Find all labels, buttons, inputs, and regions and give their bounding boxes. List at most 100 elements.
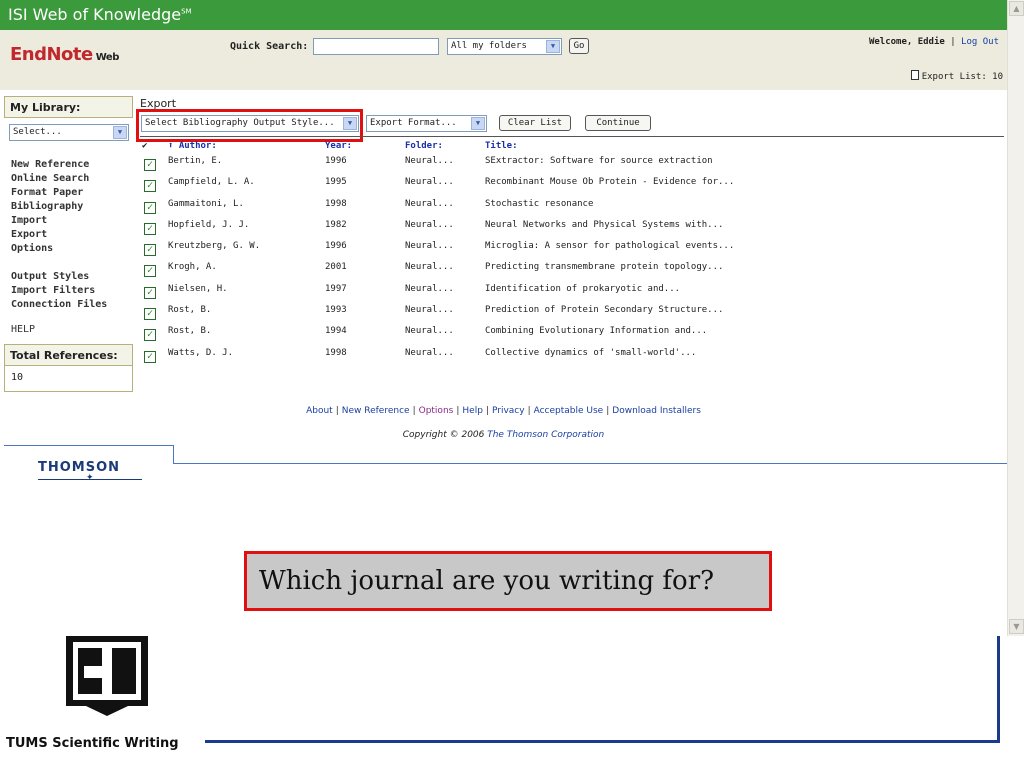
footer-link-about[interactable]: About: [306, 406, 333, 416]
row-checkbox[interactable]: ✓: [144, 350, 156, 363]
cell-year: 1994: [325, 326, 347, 337]
sidebar-item-import-filters[interactable]: Import Filters: [11, 284, 107, 298]
cell-folder: Neural...: [405, 347, 454, 358]
endnote-logo[interactable]: EndNote Web: [10, 44, 119, 65]
cell-author: Krogh, A.: [168, 262, 217, 273]
row-checkbox[interactable]: ✓: [144, 159, 156, 171]
cell-folder: Neural...: [405, 262, 454, 273]
cell-year: 1998: [325, 198, 347, 209]
cell-author: Watts, D. J.: [168, 347, 234, 358]
cell-folder: Neural...: [405, 219, 454, 230]
cell-year: 1996: [325, 156, 347, 166]
browser-viewport: ISI Web of KnowledgeSM EndNote Web Quick …: [0, 0, 1024, 636]
vertical-scrollbar[interactable]: ▲ ▼: [1007, 0, 1024, 636]
logout-link[interactable]: Log Out: [961, 37, 999, 47]
table-divider: [140, 136, 1004, 137]
clear-list-button[interactable]: Clear List: [499, 115, 571, 131]
sidebar-item-options[interactable]: Options: [11, 242, 89, 256]
isi-top-bar: ISI Web of KnowledgeSM: [0, 0, 1007, 30]
chevron-down-icon[interactable]: ▼: [113, 126, 127, 139]
row-checkbox[interactable]: ✓: [144, 222, 156, 235]
cell-title[interactable]: SExtractor: Software for source extracti…: [485, 156, 713, 166]
column-year[interactable]: Year:: [325, 141, 352, 151]
column-folder[interactable]: Folder:: [405, 141, 443, 151]
total-references-heading: Total References:: [4, 344, 133, 366]
cell-author: Bertin, E.: [168, 156, 223, 166]
cell-title[interactable]: Stochastic resonance: [485, 199, 593, 209]
sidebar-item-help[interactable]: HELP: [11, 323, 35, 337]
sidebar-item-format-paper[interactable]: Format Paper: [11, 186, 89, 200]
chevron-down-icon[interactable]: ▼: [546, 40, 560, 53]
cell-year: 2001: [325, 262, 347, 273]
row-checkbox[interactable]: ✓: [144, 201, 156, 214]
sidebar-item-export[interactable]: Export: [11, 228, 89, 242]
cell-year: 1996: [325, 241, 347, 252]
cell-folder: Neural...: [405, 326, 454, 337]
row-checkbox[interactable]: ✓: [144, 244, 156, 257]
column-title[interactable]: Title:: [485, 141, 518, 151]
cell-title[interactable]: Recombinant Mouse Ob Protein - Evidence …: [485, 177, 734, 187]
welcome-text: Welcome, Eddie | Log Out: [868, 37, 999, 47]
cell-year: 1993: [325, 305, 347, 316]
table-row: ✓ Watts, D. J. 1998 Neural... Collective…: [140, 345, 1004, 366]
cell-title[interactable]: Microglia: A sensor for pathological eve…: [485, 241, 734, 251]
sidebar-item-bibliography[interactable]: Bibliography: [11, 200, 89, 214]
row-checkbox[interactable]: ✓: [144, 308, 156, 321]
slide-side-rule: [997, 636, 1000, 743]
export-format-select[interactable]: Export Format... ▼: [366, 115, 487, 132]
cell-title[interactable]: Prediction of Protein Secondary Structur…: [485, 305, 723, 315]
cell-author: Kreutzberg, G. W.: [168, 241, 261, 252]
go-button[interactable]: Go: [569, 38, 589, 54]
highlight-box: [136, 109, 363, 142]
sidebar-item-connection-files[interactable]: Connection Files: [11, 298, 107, 312]
footer-link-download-installers[interactable]: Download Installers: [612, 406, 701, 416]
cell-author: Gammaitoni, L.: [168, 198, 244, 209]
sidebar-help: HELP: [11, 323, 35, 337]
sidebar-item-new-reference[interactable]: New Reference: [11, 158, 89, 172]
arrow-up-icon[interactable]: ▲: [1009, 1, 1024, 16]
endnote-header: EndNote Web Quick Search: All my folders …: [0, 30, 1007, 90]
quick-search-label: Quick Search:: [230, 41, 309, 52]
export-list-link[interactable]: Export List: 10: [910, 70, 1003, 82]
footer-link-options[interactable]: Options: [419, 406, 454, 416]
cell-title[interactable]: Combining Evolutionary Information and..…: [485, 326, 707, 336]
row-checkbox[interactable]: ✓: [144, 265, 156, 278]
cell-year: 1995: [325, 177, 347, 188]
cell-folder: Neural...: [405, 177, 454, 188]
folder-select[interactable]: All my folders ▼: [447, 38, 562, 55]
cell-year: 1998: [325, 347, 347, 358]
row-checkbox[interactable]: ✓: [144, 329, 156, 342]
isi-title[interactable]: ISI Web of KnowledgeSM: [8, 5, 192, 24]
cell-author: Nielsen, H.: [168, 283, 228, 294]
cell-title[interactable]: Collective dynamics of 'small-world'...: [485, 348, 696, 358]
row-checkbox[interactable]: ✓: [144, 286, 156, 299]
library-select[interactable]: Select... ▼: [9, 124, 129, 141]
cell-folder: Neural...: [405, 198, 454, 209]
slide-footer-rule: [205, 740, 1000, 743]
column-author[interactable]: ⬆ Author:: [168, 141, 217, 151]
table-row: ✓ Nielsen, H. 1997 Neural... Identificat…: [140, 281, 1004, 302]
total-references-value: 10: [4, 366, 133, 392]
cell-title[interactable]: Identification of prokaryotic and...: [485, 284, 680, 294]
cell-title[interactable]: Predicting transmembrane protein topolog…: [485, 262, 723, 272]
select-all-checkmark[interactable]: ✔: [142, 141, 147, 151]
sidebar-item-online-search[interactable]: Online Search: [11, 172, 89, 186]
quick-search-input[interactable]: [313, 38, 439, 55]
callout-box: Which journal are you writing for?: [244, 551, 772, 611]
thomson-link[interactable]: The Thomson Corporation: [487, 430, 604, 440]
footer-link-help[interactable]: Help: [462, 406, 483, 416]
footer-link-acceptable-use[interactable]: Acceptable Use: [534, 406, 604, 416]
chevron-down-icon[interactable]: ▼: [471, 117, 485, 130]
footer-link-privacy[interactable]: Privacy: [492, 406, 525, 416]
sidebar-menu-main: New Reference Online Search Format Paper…: [11, 158, 89, 256]
footer-link-new-reference[interactable]: New Reference: [342, 406, 410, 416]
continue-button[interactable]: Continue: [585, 115, 651, 131]
sidebar-item-import[interactable]: Import: [11, 214, 89, 228]
cell-author: Rost, B.: [168, 305, 212, 316]
cell-title[interactable]: Neural Networks and Physical Systems wit…: [485, 220, 723, 230]
copyright: Copyright © 2006 The Thomson Corporation: [402, 430, 605, 440]
row-checkbox[interactable]: ✓: [144, 180, 156, 193]
arrow-down-icon[interactable]: ▼: [1009, 619, 1024, 634]
sidebar-item-output-styles[interactable]: Output Styles: [11, 270, 107, 284]
table-row: ✓ Gammaitoni, L. 1998 Neural... Stochast…: [140, 196, 1004, 217]
